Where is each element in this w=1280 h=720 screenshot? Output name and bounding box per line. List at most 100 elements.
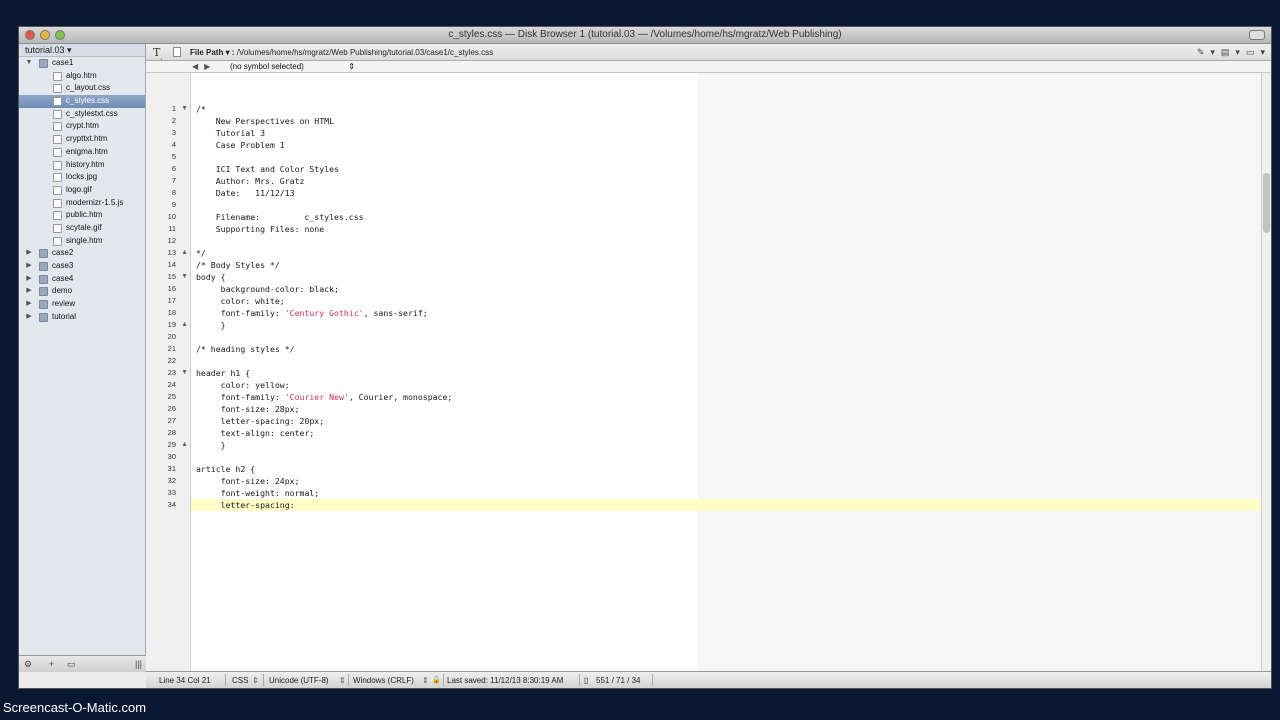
forward-arrow-icon[interactable]: ▶ bbox=[204, 62, 216, 71]
current-code-line[interactable]: letter-spacing: bbox=[191, 498, 1261, 511]
vertical-scrollbar[interactable] bbox=[1261, 73, 1271, 672]
chevron-down-icon[interactable]: ▾ bbox=[1210, 47, 1215, 58]
chevron-down-icon[interactable]: ▾ bbox=[1260, 47, 1265, 58]
gutter-line[interactable]: 4 bbox=[146, 139, 191, 151]
gutter-line[interactable]: 10 bbox=[146, 211, 191, 223]
split-view-icon[interactable]: ▭ bbox=[1246, 47, 1255, 58]
gutter-line[interactable]: 6 bbox=[146, 163, 191, 175]
line-number-gutter[interactable]: 1 ▼ 2 3 4 5 6 7 8 9 10 11 12 13 ▲ 14 15 ▼ 16 17 18 19 ▲ 20 21 22 2… bbox=[146, 73, 191, 672]
document-stats-icon[interactable]: ▯ bbox=[584, 676, 588, 685]
gear-icon[interactable]: ⚙ bbox=[24, 659, 32, 670]
tree-folder[interactable]: ▼ case1 bbox=[19, 57, 145, 70]
gutter-line[interactable]: 25 bbox=[146, 391, 191, 403]
gutter-line[interactable]: 15 ▼ bbox=[146, 271, 191, 283]
tree-folder[interactable]: ▶ case2 bbox=[19, 247, 145, 260]
gutter-line[interactable]: 23 ▼ bbox=[146, 367, 191, 379]
back-arrow-icon[interactable]: ◀ bbox=[192, 62, 204, 71]
tree-file[interactable]: logo.gif bbox=[19, 184, 145, 197]
code-line[interactable]: /* heading styles */ bbox=[191, 343, 1261, 355]
disclosure-closed-icon[interactable]: ▶ bbox=[25, 285, 33, 298]
cursor-position[interactable]: Line 34 Col 21 bbox=[159, 676, 211, 685]
gutter-line[interactable]: 9 bbox=[146, 199, 191, 211]
gutter-line[interactable]: 24 bbox=[146, 379, 191, 391]
code-line[interactable]: Case Problem 1 bbox=[191, 139, 1261, 151]
code-line[interactable]: Author: Mrs. Gratz bbox=[191, 175, 1261, 187]
code-line[interactable]: ICI Text and Color Styles bbox=[191, 163, 1261, 175]
symbol-popup[interactable]: (no symbol selected) ⇕ bbox=[230, 62, 355, 71]
gutter-line[interactable]: 8 bbox=[146, 187, 191, 199]
encoding-popup[interactable]: Unicode (UTF-8) bbox=[269, 676, 329, 685]
gutter-line[interactable]: 5 bbox=[146, 151, 191, 163]
gutter-line[interactable]: 17 bbox=[146, 295, 191, 307]
disclosure-closed-icon[interactable]: ▶ bbox=[25, 273, 33, 286]
tree-file[interactable]: public.htm bbox=[19, 209, 145, 222]
pencil-icon[interactable]: ✎ bbox=[1197, 47, 1205, 58]
code-line[interactable]: body { bbox=[191, 271, 1261, 283]
code-line[interactable]: } bbox=[191, 319, 1261, 331]
tree-folder[interactable]: ▶ tutorial bbox=[19, 311, 145, 324]
gutter-line[interactable]: 19 ▲ bbox=[146, 319, 191, 331]
code-line[interactable] bbox=[191, 151, 1261, 163]
tree-folder[interactable]: ▶ case4 bbox=[19, 273, 145, 286]
gutter-line[interactable]: 31 bbox=[146, 463, 191, 475]
gutter-line[interactable]: 3 bbox=[146, 127, 191, 139]
fold-open-icon[interactable]: ▼ bbox=[181, 103, 188, 115]
gutter-line[interactable]: 7 bbox=[146, 175, 191, 187]
fold-close-icon[interactable]: ▲ bbox=[181, 247, 188, 259]
gutter-line[interactable]: 27 bbox=[146, 415, 191, 427]
disclosure-closed-icon[interactable]: ▶ bbox=[25, 298, 33, 311]
tree-file[interactable]: c_layout.css bbox=[19, 82, 145, 95]
code-line[interactable]: font-size: 24px; bbox=[191, 475, 1261, 487]
code-line[interactable]: Filename: c_styles.css bbox=[191, 211, 1261, 223]
code-line[interactable]: letter-spacing: 20px; bbox=[191, 415, 1261, 427]
tree-file[interactable]: history.htm bbox=[19, 159, 145, 172]
document-stats[interactable]: 551 / 71 / 34 bbox=[596, 676, 640, 685]
code-line[interactable]: header h1 { bbox=[191, 367, 1261, 379]
tree-file[interactable]: crypttxt.htm bbox=[19, 133, 145, 146]
chevron-down-icon[interactable]: ▾ bbox=[1235, 47, 1240, 58]
tree-file[interactable]: single.htm bbox=[19, 235, 145, 248]
gutter-line[interactable]: 34 bbox=[146, 499, 191, 511]
disclosure-closed-icon[interactable]: ▶ bbox=[25, 247, 33, 260]
tree-folder[interactable]: ▶ demo bbox=[19, 285, 145, 298]
tree-file[interactable]: enigma.htm bbox=[19, 146, 145, 159]
code-line[interactable] bbox=[191, 451, 1261, 463]
tree-folder[interactable]: ▶ case3 bbox=[19, 260, 145, 273]
gutter-line[interactable]: 12 bbox=[146, 235, 191, 247]
scrollbar-thumb[interactable] bbox=[1263, 173, 1270, 233]
code-line[interactable]: New Perspectives on HTML bbox=[191, 115, 1261, 127]
gutter-line[interactable]: 32 bbox=[146, 475, 191, 487]
code-line[interactable]: */ bbox=[191, 247, 1261, 259]
gutter-line[interactable]: 13 ▲ bbox=[146, 247, 191, 259]
disclosure-open-icon[interactable]: ▼ bbox=[25, 57, 33, 70]
lock-icon[interactable]: 🔓 bbox=[432, 676, 441, 684]
code-line[interactable]: color: yellow; bbox=[191, 379, 1261, 391]
gutter-line[interactable]: 33 bbox=[146, 487, 191, 499]
gutter-line[interactable]: 29 ▲ bbox=[146, 439, 191, 451]
fold-open-icon[interactable]: ▼ bbox=[181, 367, 188, 379]
file-path-label[interactable]: File Path ▾ : bbox=[190, 48, 234, 57]
gutter-line[interactable]: 14 bbox=[146, 259, 191, 271]
resize-grip-icon[interactable]: ||| bbox=[135, 659, 142, 669]
text-options-icon[interactable]: T, bbox=[153, 46, 162, 61]
tree-file[interactable]: modernizr-1.5.js bbox=[19, 197, 145, 210]
gutter-line[interactable]: 1 ▼ bbox=[146, 103, 191, 115]
code-line[interactable]: font-family: 'Courier New', Courier, mon… bbox=[191, 391, 1261, 403]
language-popup[interactable]: CSS bbox=[232, 676, 248, 685]
sidebar-root-popup[interactable]: tutorial.03 ▾ bbox=[19, 44, 145, 57]
tree-file[interactable]: scytale.gif bbox=[19, 222, 145, 235]
code-line[interactable]: color: white; bbox=[191, 295, 1261, 307]
document-icon[interactable] bbox=[173, 47, 181, 57]
document-list-icon[interactable]: ▤ bbox=[1221, 47, 1230, 58]
gutter-line[interactable]: 16 bbox=[146, 283, 191, 295]
code-line[interactable] bbox=[191, 331, 1261, 343]
code-line[interactable] bbox=[191, 235, 1261, 247]
gutter-line[interactable]: 11 bbox=[146, 223, 191, 235]
code-line[interactable]: font-family: 'Century Gothic', sans-seri… bbox=[191, 307, 1261, 319]
text-editor[interactable]: 1 ▼ 2 3 4 5 6 7 8 9 10 11 12 13 ▲ 14 15 ▼ 16 17 18 19 ▲ 20 21 22 2… bbox=[146, 73, 1261, 672]
add-icon[interactable]: + bbox=[49, 659, 54, 669]
gutter-line[interactable]: 2 bbox=[146, 115, 191, 127]
file-path[interactable]: File Path ▾ : /Volumes/home/hs/mgratz/We… bbox=[190, 48, 493, 57]
tree-file[interactable]: c_styles.css bbox=[19, 95, 145, 108]
fold-close-icon[interactable]: ▲ bbox=[181, 319, 188, 331]
